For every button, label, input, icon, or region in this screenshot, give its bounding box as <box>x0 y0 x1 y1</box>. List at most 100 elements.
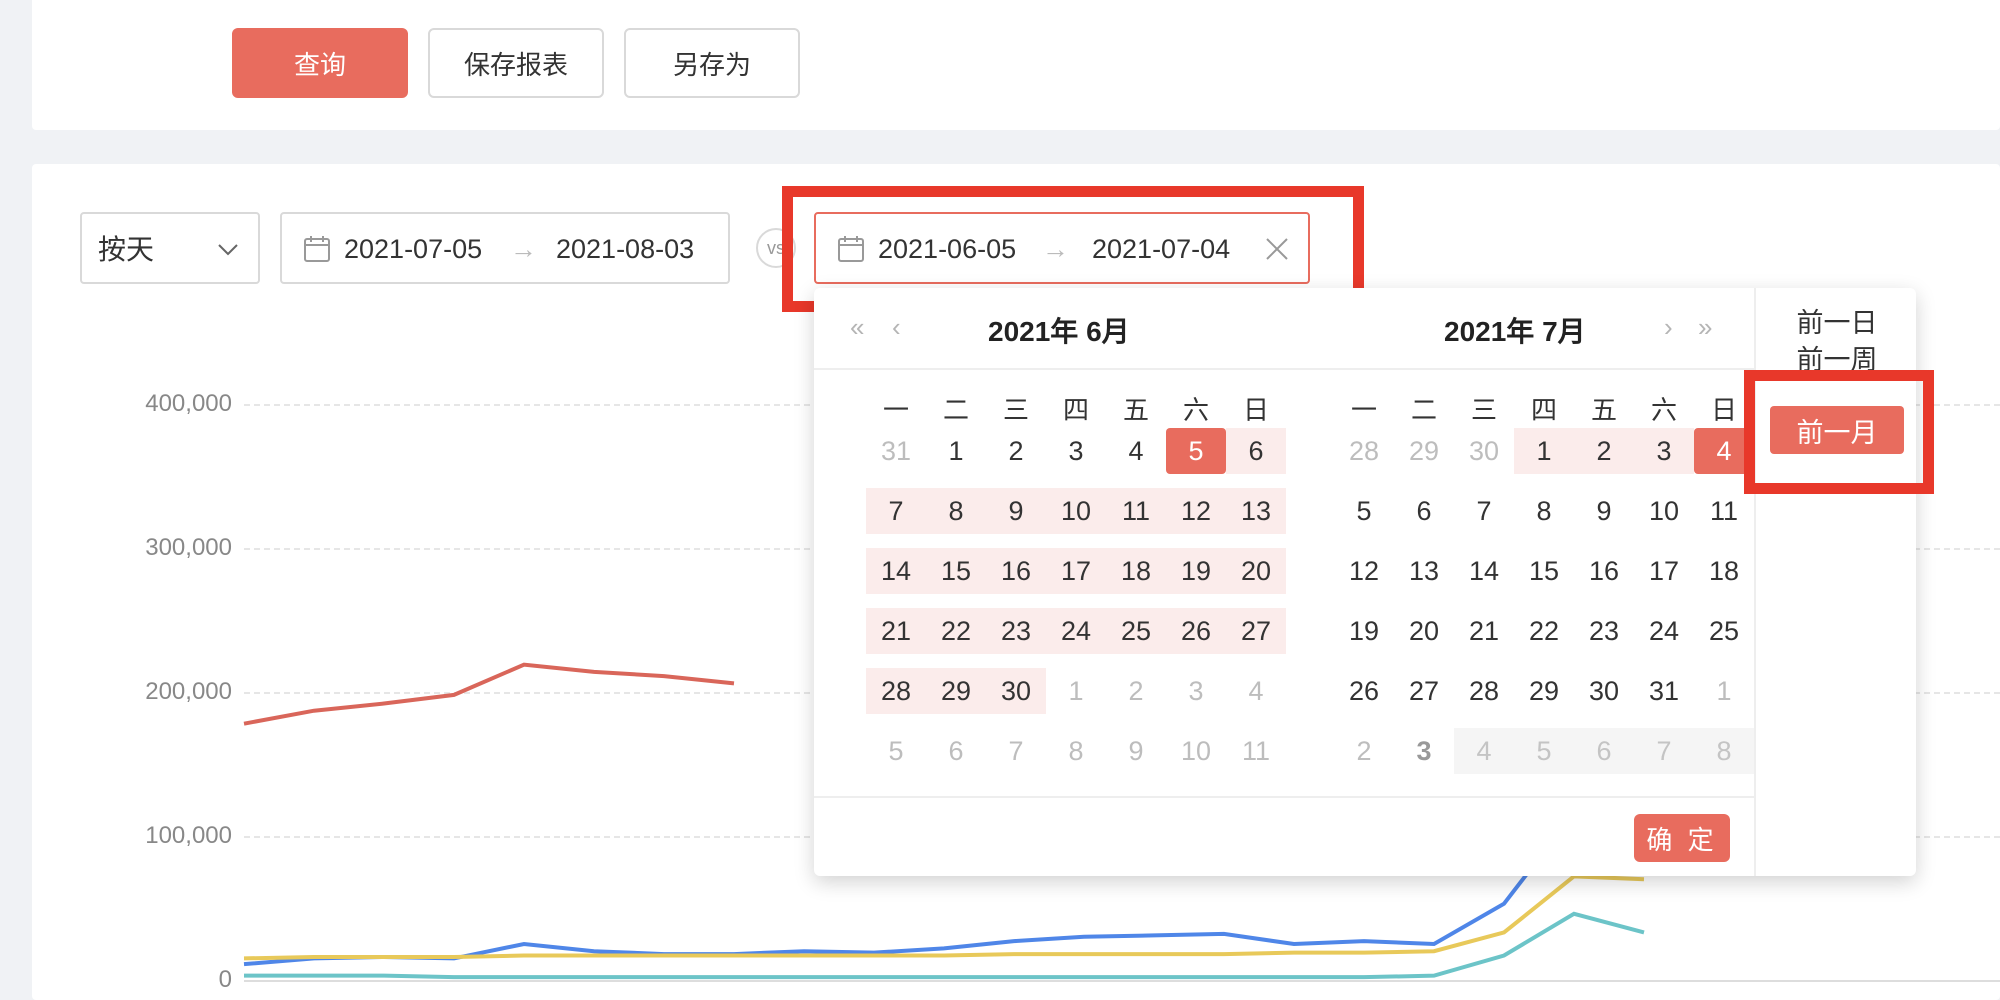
calendar-day[interactable]: 9 <box>1106 728 1166 774</box>
calendar-day[interactable]: 5 <box>1334 488 1394 534</box>
next-year-icon[interactable]: » <box>1698 312 1712 343</box>
calendar-day[interactable]: 23 <box>986 608 1046 654</box>
calendar-day[interactable]: 14 <box>866 548 926 594</box>
calendar-day[interactable]: 11 <box>1226 728 1286 774</box>
calendar-day[interactable]: 28 <box>1454 668 1514 714</box>
calendar-day[interactable]: 14 <box>1454 548 1514 594</box>
calendar-day[interactable]: 2 <box>986 428 1046 474</box>
calendar-day[interactable]: 5 <box>1166 428 1226 474</box>
calendar-day[interactable]: 10 <box>1046 488 1106 534</box>
calendar-day[interactable]: 30 <box>1574 668 1634 714</box>
calendar-day[interactable]: 13 <box>1394 548 1454 594</box>
calendar-day[interactable]: 22 <box>1514 608 1574 654</box>
calendar-day[interactable]: 3 <box>1634 428 1694 474</box>
confirm-button[interactable]: 确 定 <box>1634 814 1730 862</box>
calendar-day[interactable]: 31 <box>1634 668 1694 714</box>
calendar-day[interactable]: 20 <box>1394 608 1454 654</box>
calendar-day[interactable]: 6 <box>1226 428 1286 474</box>
weekday-header: 四 <box>1062 395 1089 425</box>
calendar-day[interactable]: 5 <box>866 728 926 774</box>
calendar-day[interactable]: 3 <box>1166 668 1226 714</box>
calendar-day[interactable]: 6 <box>1394 488 1454 534</box>
calendar-day[interactable]: 22 <box>926 608 986 654</box>
calendar-day[interactable]: 13 <box>1226 488 1286 534</box>
calendar-day[interactable]: 20 <box>1226 548 1286 594</box>
calendar-day[interactable]: 30 <box>986 668 1046 714</box>
calendar-day[interactable]: 2 <box>1106 668 1166 714</box>
calendar-day[interactable]: 24 <box>1634 608 1694 654</box>
calendar-day[interactable]: 8 <box>1046 728 1106 774</box>
calendar-day[interactable]: 1 <box>1694 668 1754 714</box>
calendar-day[interactable]: 2 <box>1574 428 1634 474</box>
calendar-day[interactable]: 7 <box>1634 728 1694 774</box>
calendar-day[interactable]: 29 <box>926 668 986 714</box>
calendar-day[interactable]: 10 <box>1166 728 1226 774</box>
calendar-day[interactable]: 4 <box>1226 668 1286 714</box>
calendar-day[interactable]: 1 <box>1514 428 1574 474</box>
calendar-day[interactable]: 1 <box>926 428 986 474</box>
calendar-day[interactable]: 26 <box>1334 668 1394 714</box>
calendar-day[interactable]: 5 <box>1514 728 1574 774</box>
calendar-day[interactable]: 15 <box>1514 548 1574 594</box>
calendar-day[interactable]: 16 <box>986 548 1046 594</box>
calendar-day[interactable]: 1 <box>1046 668 1106 714</box>
calendar-day[interactable]: 8 <box>1514 488 1574 534</box>
calendar-day[interactable]: 31 <box>866 428 926 474</box>
calendar-day[interactable]: 12 <box>1166 488 1226 534</box>
calendar-day[interactable]: 8 <box>1694 728 1754 774</box>
preset-previous-month[interactable]: 前一月 <box>1770 406 1904 454</box>
weekday-header: 二 <box>1410 395 1437 425</box>
calendar-day[interactable]: 30 <box>1454 428 1514 474</box>
calendar-day[interactable]: 26 <box>1166 608 1226 654</box>
calendar-day[interactable]: 12 <box>1334 548 1394 594</box>
prev-month-icon[interactable]: ‹ <box>892 312 901 343</box>
calendar-day[interactable]: 4 <box>1454 728 1514 774</box>
calendar-day[interactable]: 6 <box>926 728 986 774</box>
calendar-day[interactable]: 16 <box>1574 548 1634 594</box>
weekday-header: 六 <box>1650 395 1677 425</box>
calendar-day[interactable]: 27 <box>1226 608 1286 654</box>
calendar-day[interactable]: 19 <box>1166 548 1226 594</box>
calendar-day[interactable]: 23 <box>1574 608 1634 654</box>
preset-previous-day[interactable]: 前一日 <box>1770 296 1904 344</box>
weekday-header: 六 <box>1182 395 1209 425</box>
calendar-day[interactable]: 25 <box>1106 608 1166 654</box>
calendar-day[interactable]: 2 <box>1334 728 1394 774</box>
calendar-day[interactable]: 24 <box>1046 608 1106 654</box>
calendar-day[interactable]: 21 <box>1454 608 1514 654</box>
calendar-day[interactable]: 9 <box>986 488 1046 534</box>
calendar-day[interactable]: 15 <box>926 548 986 594</box>
calendar-day[interactable]: 17 <box>1046 548 1106 594</box>
calendar-day[interactable]: 7 <box>866 488 926 534</box>
calendar-day[interactable]: 28 <box>1334 428 1394 474</box>
calendar-day[interactable]: 29 <box>1514 668 1574 714</box>
calendar-day[interactable]: 10 <box>1634 488 1694 534</box>
calendar-day[interactable]: 8 <box>926 488 986 534</box>
calendar-day[interactable]: 7 <box>986 728 1046 774</box>
calendar-day[interactable]: 3 <box>1046 428 1106 474</box>
calendar-day[interactable]: 18 <box>1694 548 1754 594</box>
preset-previous-week[interactable]: 前一周 <box>1770 338 1904 374</box>
calendar-day[interactable]: 25 <box>1694 608 1754 654</box>
calendar-day[interactable]: 18 <box>1106 548 1166 594</box>
calendar-day[interactable]: 19 <box>1334 608 1394 654</box>
weekday-header: 五 <box>1122 395 1149 425</box>
calendar-day[interactable]: 9 <box>1574 488 1634 534</box>
prev-year-icon[interactable]: « <box>850 312 864 343</box>
calendar-day[interactable]: 4 <box>1694 428 1754 474</box>
divider <box>814 368 1754 370</box>
calendar-day[interactable]: 29 <box>1394 428 1454 474</box>
calendar-day[interactable]: 21 <box>866 608 926 654</box>
series-line <box>243 662 735 726</box>
calendar-day[interactable]: 11 <box>1694 488 1754 534</box>
next-month-icon[interactable]: › <box>1664 312 1673 343</box>
calendar-day[interactable]: 27 <box>1394 668 1454 714</box>
calendar-day[interactable]: 3 <box>1394 728 1454 774</box>
calendar-day[interactable]: 6 <box>1574 728 1634 774</box>
month-title: 2021年 7月 <box>1444 316 1586 347</box>
calendar-day[interactable]: 7 <box>1454 488 1514 534</box>
calendar-day[interactable]: 4 <box>1106 428 1166 474</box>
calendar-day[interactable]: 28 <box>866 668 926 714</box>
calendar-day[interactable]: 17 <box>1634 548 1694 594</box>
calendar-day[interactable]: 11 <box>1106 488 1166 534</box>
